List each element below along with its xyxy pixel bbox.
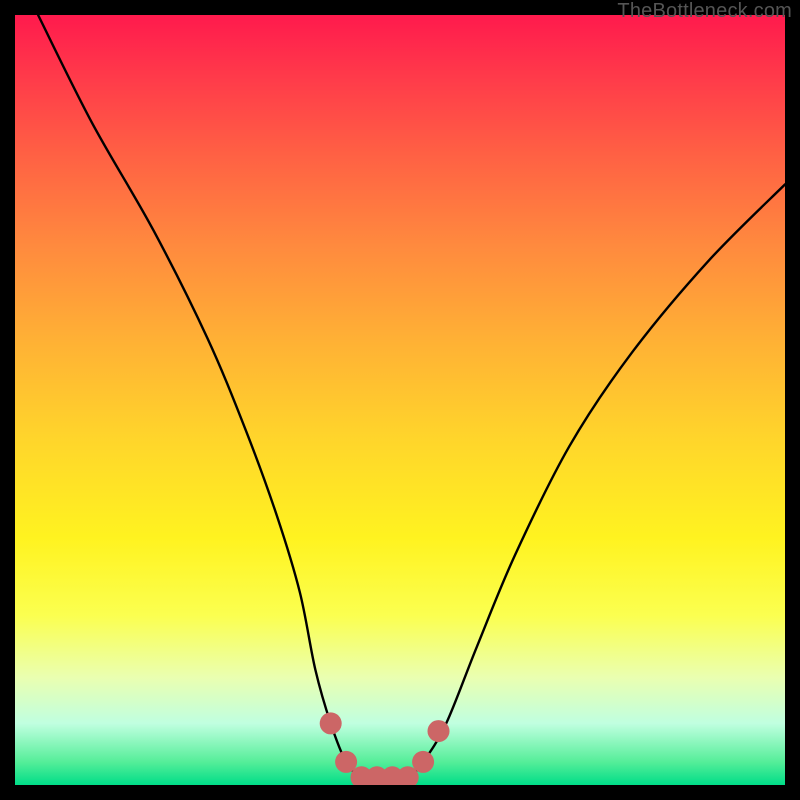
marker-dot xyxy=(412,751,434,773)
bottleneck-chart xyxy=(15,15,785,785)
watermark-text: TheBottleneck.com xyxy=(617,0,792,23)
chart-frame xyxy=(15,15,785,785)
marker-dot xyxy=(320,712,342,734)
marker-dot xyxy=(428,720,450,742)
bottleneck-curve-path xyxy=(38,15,785,778)
